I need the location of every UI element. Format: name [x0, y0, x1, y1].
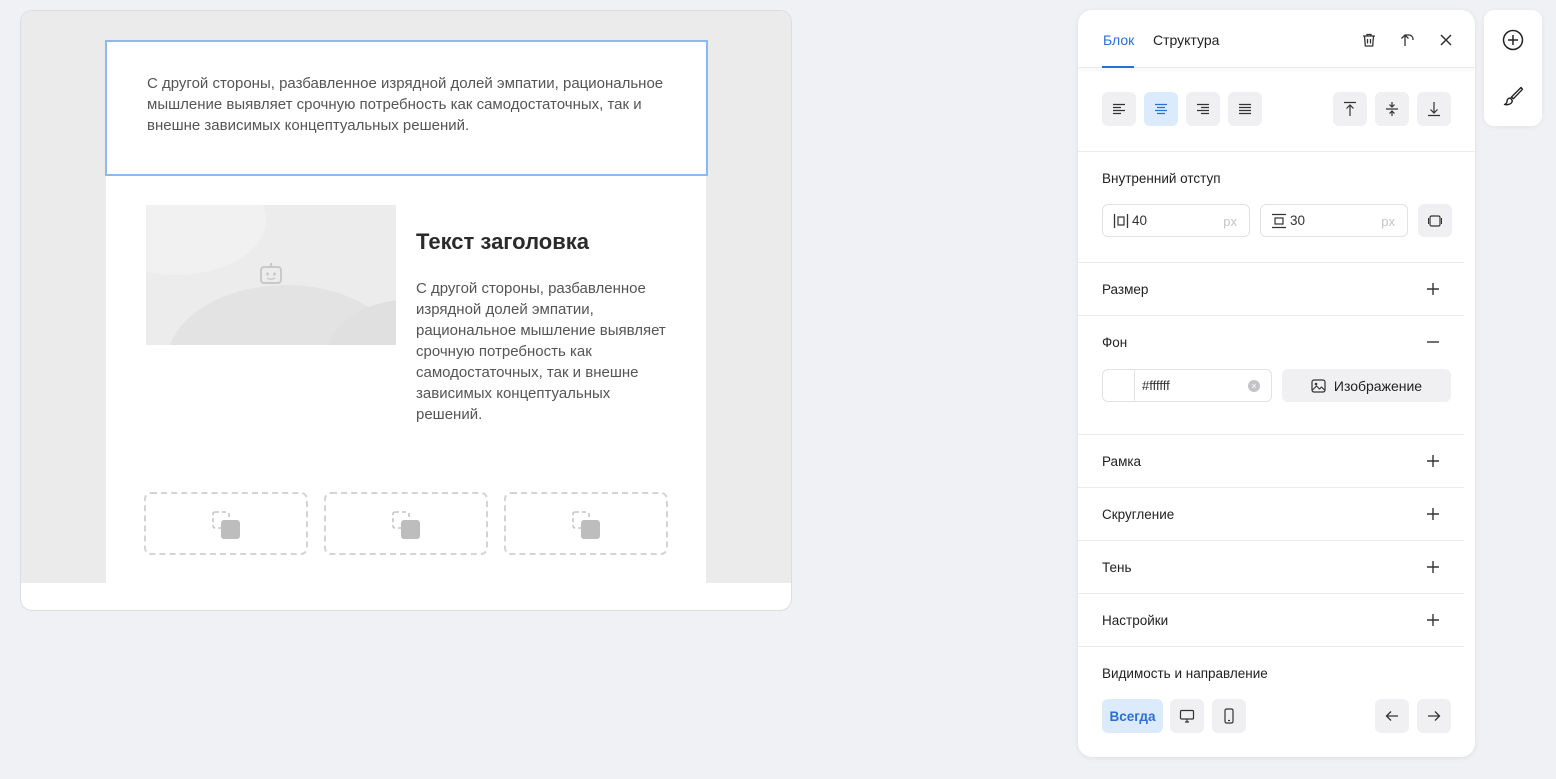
settings-title: Настройки [1102, 613, 1169, 628]
align-justify-icon [1239, 103, 1251, 115]
visibility-title: Видимость и направление [1102, 666, 1268, 681]
visibility-always-button[interactable]: Всегда [1102, 699, 1163, 733]
minus-icon [1427, 341, 1439, 343]
size-expand-button[interactable] [1424, 280, 1442, 298]
align-middle-icon [1386, 102, 1398, 116]
tab-structure[interactable]: Структура [1153, 32, 1219, 48]
delete-button[interactable] [1358, 29, 1380, 51]
empty-slot-3[interactable] [504, 492, 668, 555]
align-right-icon [1197, 103, 1209, 115]
background-color-field[interactable]: #ffffff × [1102, 369, 1272, 402]
alignment-row [1078, 78, 1475, 152]
radius-section[interactable]: Скругление [1078, 488, 1464, 541]
align-center-button[interactable] [1144, 92, 1178, 126]
clear-color-icon[interactable]: × [1248, 380, 1260, 392]
background-title: Фон [1102, 335, 1128, 350]
padding-horizontal-unit: px [1223, 214, 1237, 229]
padding-horizontal-field[interactable]: 40 px [1102, 204, 1250, 237]
image-placeholder[interactable] [146, 205, 396, 345]
tab-block[interactable]: Блок [1103, 32, 1134, 48]
size-section[interactable]: Размер [1078, 263, 1464, 316]
selected-text-block[interactable]: С другой стороны, разбавленное изрядной … [105, 40, 708, 176]
shadow-expand-button[interactable] [1424, 558, 1442, 576]
align-bottom-icon [1428, 102, 1440, 117]
align-justify-button[interactable] [1228, 92, 1262, 126]
valign-middle-button[interactable] [1375, 92, 1409, 126]
desktop-icon [1179, 709, 1195, 723]
direction-left-button[interactable] [1375, 699, 1409, 733]
email-canvas: С другой стороны, разбавленное изрядной … [20, 10, 792, 611]
heading-text[interactable]: Текст заголовка [416, 229, 589, 255]
visibility-desktop-button[interactable] [1170, 699, 1204, 733]
add-element-icon [572, 511, 600, 539]
plus-icon [1427, 561, 1439, 573]
plus-icon [1427, 283, 1439, 295]
background-section: Фон #ffffff × Изображение [1078, 316, 1464, 435]
settings-expand-button[interactable] [1424, 611, 1442, 629]
background-collapse-button[interactable] [1424, 333, 1442, 351]
size-title: Размер [1102, 282, 1149, 297]
visibility-mobile-button[interactable] [1212, 699, 1246, 733]
valign-top-button[interactable] [1333, 92, 1367, 126]
arrow-right-icon [1428, 711, 1441, 721]
valign-bottom-button[interactable] [1417, 92, 1451, 126]
align-left-button[interactable] [1102, 92, 1136, 126]
shadow-section[interactable]: Тень [1078, 541, 1464, 594]
padding-title: Внутренний отступ [1102, 171, 1221, 186]
padding-horizontal-value[interactable]: 40 [1132, 213, 1212, 228]
background-image-button[interactable]: Изображение [1282, 369, 1451, 402]
border-title: Рамка [1102, 454, 1142, 469]
image-placeholder-icon [260, 263, 282, 284]
empty-slot-1[interactable] [144, 492, 308, 555]
email-body: С другой стороны, разбавленное изрядной … [105, 40, 708, 583]
border-expand-button[interactable] [1424, 452, 1442, 470]
padding-vertical-value[interactable]: 30 [1290, 213, 1370, 228]
trash-icon [1363, 33, 1375, 47]
close-icon [1440, 34, 1452, 46]
brush-icon [1503, 86, 1524, 106]
arrow-left-icon [1385, 711, 1398, 721]
plus-icon [1427, 455, 1439, 467]
side-toolbar [1484, 10, 1542, 126]
padding-vertical-unit: px [1381, 214, 1395, 229]
radius-expand-button[interactable] [1424, 505, 1442, 523]
add-icon [1502, 29, 1524, 51]
align-top-icon [1344, 101, 1356, 116]
mobile-icon [1224, 708, 1234, 724]
shadow-title: Тень [1102, 560, 1132, 575]
panel-header: Блок Структура [1078, 10, 1475, 68]
text-block-content[interactable]: С другой стороны, разбавленное изрядной … [147, 75, 663, 134]
empty-slot-2[interactable] [324, 492, 488, 555]
select-parent-button[interactable] [1397, 29, 1419, 51]
direction-right-button[interactable] [1417, 699, 1451, 733]
radius-title: Скругление [1102, 507, 1175, 522]
color-swatch[interactable] [1103, 370, 1135, 401]
align-right-button[interactable] [1186, 92, 1220, 126]
background-color-value[interactable]: #ffffff [1142, 378, 1170, 393]
padding-horizontal-icon [1113, 214, 1129, 228]
active-tab-indicator [1102, 66, 1134, 68]
padding-expand-button[interactable] [1418, 204, 1452, 237]
background-image-label: Изображение [1333, 377, 1423, 394]
image-icon [1311, 378, 1326, 393]
block-settings-panel: Блок Структура Внутренний отступ 40 px 3… [1078, 10, 1475, 757]
align-left-icon [1113, 103, 1125, 115]
canvas-background: С другой стороны, разбавленное изрядной … [21, 11, 791, 583]
padding-section: Внутренний отступ 40 px 30 px [1078, 152, 1464, 263]
settings-section[interactable]: Настройки [1078, 594, 1464, 647]
style-brush-button[interactable] [1501, 84, 1525, 108]
add-element-icon [392, 511, 420, 539]
plus-icon [1427, 508, 1439, 520]
add-block-button[interactable] [1501, 28, 1525, 52]
padding-vertical-field[interactable]: 30 px [1260, 204, 1408, 237]
align-center-icon [1155, 103, 1167, 115]
select-parent-icon [1401, 34, 1414, 46]
close-panel-button[interactable] [1435, 29, 1457, 51]
add-element-icon [212, 511, 240, 539]
plus-icon [1427, 614, 1439, 626]
border-section[interactable]: Рамка [1078, 435, 1464, 488]
paragraph-text[interactable]: С другой стороны, разбавленное изрядной … [416, 278, 676, 425]
padding-vertical-icon [1272, 213, 1286, 229]
padding-sides-icon [1428, 214, 1442, 227]
